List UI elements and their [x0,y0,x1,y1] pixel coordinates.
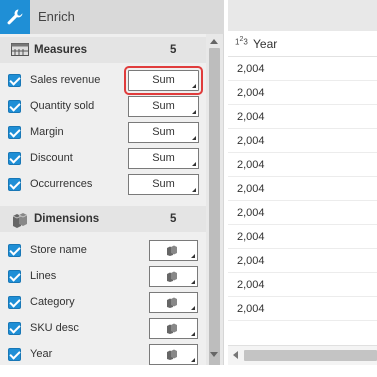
cubes-icon [166,245,178,259]
dimension-label: Year [30,348,53,360]
measure-row: Discount Sum [0,146,206,172]
dimension-dropdown[interactable] [149,344,198,365]
aggregation-dropdown[interactable]: Sum [128,96,199,117]
measure-checkbox[interactable] [8,74,21,87]
table-cell: 2,004 [228,225,377,249]
dimension-dropdown[interactable] [149,318,198,339]
dimension-row: Category [0,290,206,316]
measure-row: Sales revenue Sum [0,66,206,95]
dimension-checkbox[interactable] [8,322,21,335]
table-cell: 2,004 [228,57,377,81]
measure-row: Occurrences Sum [0,172,206,198]
table-cell: 2,004 [228,105,377,129]
enrich-header: Enrich [0,0,224,34]
dimension-checkbox[interactable] [8,244,21,257]
table-horizontal-scrollbar[interactable] [228,345,377,365]
wrench-icon[interactable] [0,0,30,34]
measure-row: Quantity sold Sum [0,94,206,120]
dimension-label: Lines [30,270,57,282]
panel-title: Enrich [38,9,75,24]
dimension-row: Lines [0,264,206,290]
dimension-checkbox[interactable] [8,270,21,283]
table-cell: 2,004 [228,201,377,225]
dimension-checkbox[interactable] [8,348,21,361]
data-table: 123 Year 2,004 2,004 2,004 2,004 2,004 2… [228,0,377,365]
cubes-icon [166,349,178,363]
scroll-down-icon[interactable] [210,352,218,357]
table-cell: 2,004 [228,249,377,273]
measures-section-header: Measures 5 [0,37,206,63]
dimension-label: SKU desc [30,322,79,334]
table-cell: 2,004 [228,297,377,321]
measure-label: Quantity sold [30,100,95,112]
ruler-icon [11,43,29,59]
measures-title: Measures [34,44,88,56]
table-toolbar [228,0,377,31]
cubes-icon [166,297,178,311]
cubes-icon [11,212,29,231]
dimension-row: Store name [0,238,206,264]
aggregation-dropdown[interactable]: Sum [128,148,199,169]
dimension-label: Store name [30,244,87,256]
scroll-up-icon[interactable] [210,39,218,44]
measure-checkbox[interactable] [8,178,21,191]
measure-label: Occurrences [30,178,93,190]
cubes-icon [166,323,178,337]
measure-checkbox[interactable] [8,100,21,113]
aggregation-dropdown[interactable]: Sum [124,66,203,95]
enrich-panel: Enrich Measures 5 Sales revenue Sum Quan… [0,0,224,373]
bottom-strip [0,365,377,377]
column-header[interactable]: 123 Year [228,31,377,57]
dimensions-title: Dimensions [34,213,100,225]
cubes-icon [166,271,178,285]
dimension-checkbox[interactable] [8,296,21,309]
aggregation-dropdown[interactable]: Sum [128,122,199,143]
measure-label: Margin [30,126,64,138]
scrollbar-thumb[interactable] [209,48,220,373]
table-cell: 2,004 [228,273,377,297]
table-cell: 2,004 [228,81,377,105]
measures-count: 5 [170,44,177,56]
numeric-type-icon: 123 [235,36,248,47]
measure-label: Sales revenue [30,74,101,86]
table-cell: 2,004 [228,153,377,177]
aggregation-dropdown[interactable]: Sum [128,174,199,195]
panel-scrollbar[interactable] [206,34,223,373]
measure-row: Margin Sum [0,120,206,146]
dimension-row: SKU desc [0,316,206,342]
dimensions-count: 5 [170,213,177,225]
dimension-dropdown[interactable] [149,292,198,313]
table-cell: 2,004 [228,177,377,201]
measure-checkbox[interactable] [8,152,21,165]
dimensions-section-header: Dimensions 5 [0,206,206,232]
scrollbar-thumb[interactable] [244,350,377,361]
measure-checkbox[interactable] [8,126,21,139]
dimension-dropdown[interactable] [149,240,198,261]
measure-label: Discount [30,152,73,164]
dimension-label: Category [30,296,75,308]
scroll-left-icon[interactable] [233,351,238,359]
dimension-dropdown[interactable] [149,266,198,287]
column-name: Year [253,37,278,51]
table-cell: 2,004 [228,129,377,153]
